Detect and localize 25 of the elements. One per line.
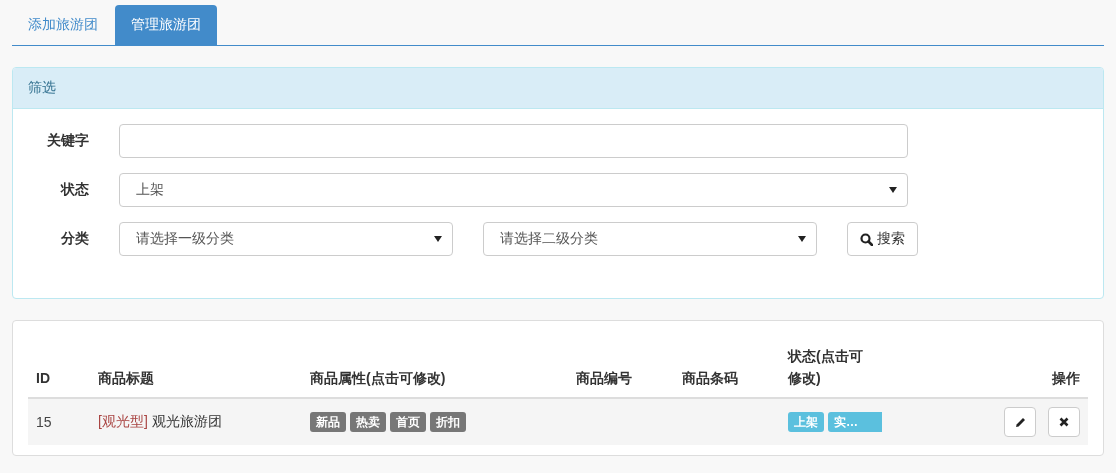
- panel-title: 筛选: [13, 68, 1103, 109]
- tab[interactable]: 管理旅游团: [115, 5, 217, 45]
- caret-icon: [889, 186, 897, 194]
- category-select[interactable]: 请选择二级分类: [483, 222, 817, 256]
- table-cell: [观光型] 观光旅游团: [90, 398, 302, 445]
- caret-icon: [434, 235, 442, 243]
- tab[interactable]: 添加旅游团: [12, 5, 114, 45]
- attribute-tag[interactable]: 折扣: [430, 412, 466, 432]
- status-select[interactable]: 上架: [119, 173, 908, 207]
- field-label: 状态: [59, 181, 89, 199]
- attribute-tag[interactable]: 新品: [310, 412, 346, 432]
- field-label: 关键字: [46, 132, 89, 150]
- field-label: 分类: [60, 230, 89, 248]
- table-cell: 15: [28, 398, 90, 445]
- delete-button[interactable]: [1048, 407, 1080, 437]
- search-icon: [860, 232, 873, 246]
- attribute-tag[interactable]: 首页: [390, 412, 426, 432]
- close-icon: [1059, 417, 1069, 427]
- category-select[interactable]: 请选择一级分类: [119, 222, 453, 256]
- search-button[interactable]: 搜索: [847, 222, 918, 256]
- pencil-icon: [1014, 416, 1026, 428]
- keyword-field[interactable]: [119, 124, 908, 158]
- caret-icon: [798, 235, 806, 243]
- edit-button[interactable]: [1004, 407, 1036, 437]
- attribute-tag[interactable]: 热卖: [350, 412, 386, 432]
